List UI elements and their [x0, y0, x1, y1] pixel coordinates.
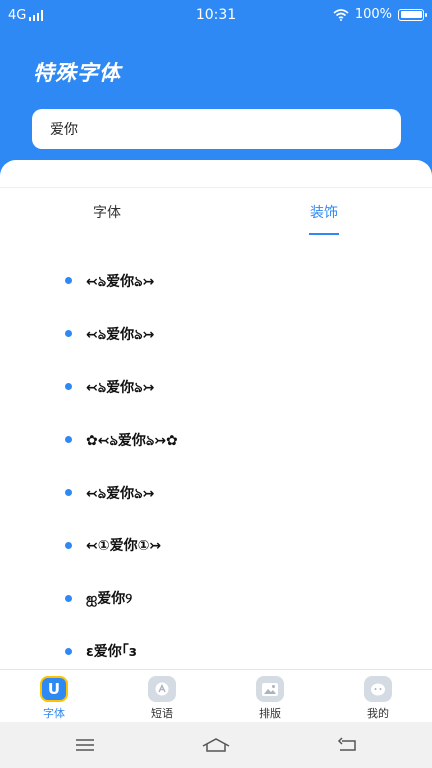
profile-icon	[364, 676, 392, 702]
menu-icon[interactable]	[74, 734, 96, 756]
list-item[interactable]: ↢ঌ爱你ঌ↣	[0, 356, 432, 396]
nav-item-phrase[interactable]: 短语	[132, 676, 192, 722]
phrase-icon	[148, 676, 176, 702]
bullet-dot	[65, 383, 72, 390]
status-right: 100%	[333, 7, 427, 22]
decorated-text: ↢①爱你①↣	[86, 538, 162, 554]
list-item[interactable]: ↢ঌ爱你ঌ↣	[0, 250, 432, 290]
nav-label: 字体	[43, 707, 65, 720]
image-icon	[256, 676, 284, 702]
decorated-text: ↢ঌ爱你ঌ↣	[86, 274, 155, 290]
nav-item-font[interactable]: U 字体	[24, 676, 84, 722]
decorated-text: ஐ爱你୨	[86, 591, 133, 607]
decorated-text: ✿↢ঌ爱你ঌ↣✿	[86, 433, 178, 449]
bottom-nav: U 字体 短语 排版 我的	[0, 669, 432, 721]
active-tab-indicator	[309, 233, 339, 235]
nav-item-mine[interactable]: 我的	[348, 676, 408, 722]
home-icon[interactable]	[201, 734, 231, 756]
wifi-icon	[333, 8, 349, 21]
battery-percent: 100%	[354, 7, 392, 22]
list-item[interactable]: ↢①爱你①↣	[0, 515, 432, 555]
bullet-dot	[65, 330, 72, 337]
list-item[interactable]: ↢ঌ爱你ঌ↣	[0, 303, 432, 343]
list-item[interactable]: ✿↢ঌ爱你ঌ↣✿	[0, 409, 432, 449]
decorated-text: ↢ঌ爱你ঌ↣	[86, 486, 155, 502]
search-input[interactable]	[50, 121, 383, 137]
decorated-text: ↢ঌ爱你ঌ↣	[86, 327, 155, 343]
nav-label: 我的	[367, 707, 389, 720]
bullet-dot	[65, 648, 72, 655]
status-bar: 4G 10:31 100%	[0, 0, 432, 30]
tab-font[interactable]: 字体	[93, 202, 121, 222]
nav-label: 排版	[259, 707, 281, 720]
page-title: 特殊字体	[33, 61, 121, 85]
system-nav-bar	[0, 722, 432, 768]
bullet-dot	[65, 595, 72, 602]
nav-label: 短语	[151, 707, 173, 720]
nav-item-layout[interactable]: 排版	[240, 676, 300, 722]
content-panel: 字体 装饰 ↢ঌ爱你ঌ↣ ↢ঌ爱你ঌ↣ ↢ঌ爱你ঌ↣ ✿↢ঌ爱你ঌ↣✿ ↢ঌ爱你…	[0, 160, 432, 670]
list-item[interactable]: ↢ঌ爱你ঌ↣	[0, 462, 432, 502]
search-box[interactable]	[32, 109, 401, 149]
font-u-icon: U	[40, 676, 68, 702]
tab-divider	[0, 187, 432, 188]
decorated-text: ↢ঌ爱你ঌ↣	[86, 380, 155, 396]
list-item[interactable]: ε爱你｢з	[0, 621, 432, 661]
tab-decoration[interactable]: 装饰	[310, 202, 338, 222]
bullet-dot	[65, 489, 72, 496]
bullet-dot	[65, 436, 72, 443]
battery-icon	[398, 8, 427, 21]
app-header: 4G 10:31 100% 特殊字体	[0, 0, 432, 175]
decorated-text: ε爱你｢з	[86, 644, 137, 660]
back-icon[interactable]	[336, 734, 358, 756]
list-item[interactable]: ஐ爱你୨	[0, 568, 432, 608]
bullet-dot	[65, 277, 72, 284]
bullet-dot	[65, 542, 72, 549]
